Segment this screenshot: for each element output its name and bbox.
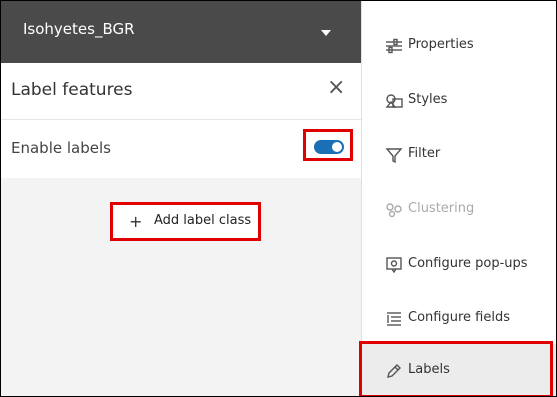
layer-selector[interactable]: Isohyetes_BGR bbox=[1, 1, 361, 63]
layer-name: Isohyetes_BGR bbox=[23, 20, 135, 38]
panel-header: Label features × bbox=[1, 63, 361, 120]
close-icon[interactable]: × bbox=[327, 77, 345, 99]
sidebar-item-filter[interactable]: Filter bbox=[362, 128, 556, 182]
enable-labels-label: Enable labels bbox=[11, 139, 111, 157]
sidebar-item-configure-popups[interactable]: Configure pop-ups bbox=[362, 238, 556, 292]
sidebar-item-properties[interactable]: Properties bbox=[362, 19, 556, 73]
label-features-panel: Isohyetes_BGR Label features × Enable la… bbox=[1, 1, 361, 396]
sidebar-item-label: Styles bbox=[408, 92, 448, 107]
clustering-icon bbox=[384, 200, 404, 220]
chevron-down-icon bbox=[321, 30, 331, 36]
properties-icon bbox=[384, 36, 404, 56]
popup-icon bbox=[384, 255, 404, 275]
app-frame: Isohyetes_BGR Label features × Enable la… bbox=[0, 0, 557, 397]
add-label-class-label: Add label class bbox=[154, 213, 252, 228]
filter-icon bbox=[384, 145, 404, 165]
sidebar-item-label: Configure pop-ups bbox=[408, 256, 528, 271]
sidebar-item-label: Configure fields bbox=[408, 310, 510, 325]
toggle-knob bbox=[332, 142, 342, 152]
enable-labels-toggle[interactable] bbox=[314, 140, 344, 154]
panel-title: Label features bbox=[11, 80, 133, 100]
sidebar-item-styles[interactable]: Styles bbox=[362, 74, 556, 128]
sidebar-item-label: Properties bbox=[408, 37, 474, 52]
styles-icon bbox=[384, 91, 404, 111]
sidebar-item-clustering[interactable]: Clustering bbox=[362, 183, 556, 237]
layer-settings-sidebar: Properties Styles Filter Clustering Conf bbox=[361, 1, 556, 396]
sidebar-item-label: Clustering bbox=[408, 201, 475, 216]
plus-icon: + bbox=[129, 212, 143, 231]
sidebar-item-label: Filter bbox=[408, 146, 441, 161]
sidebar-item-configure-fields[interactable]: Configure fields bbox=[362, 292, 556, 346]
fields-icon bbox=[384, 309, 404, 329]
labels-highlight bbox=[359, 341, 553, 396]
